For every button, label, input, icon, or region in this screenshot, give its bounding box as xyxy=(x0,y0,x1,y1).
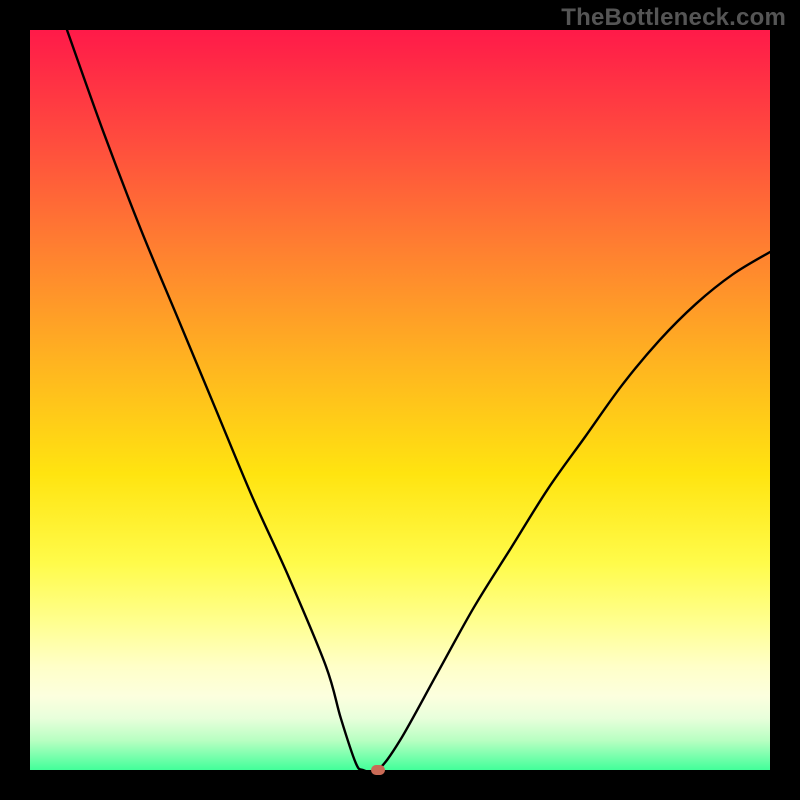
bottleneck-curve xyxy=(30,30,770,770)
watermark-text: TheBottleneck.com xyxy=(561,4,786,32)
plot-area xyxy=(30,30,770,770)
optimal-point-marker xyxy=(371,765,385,775)
